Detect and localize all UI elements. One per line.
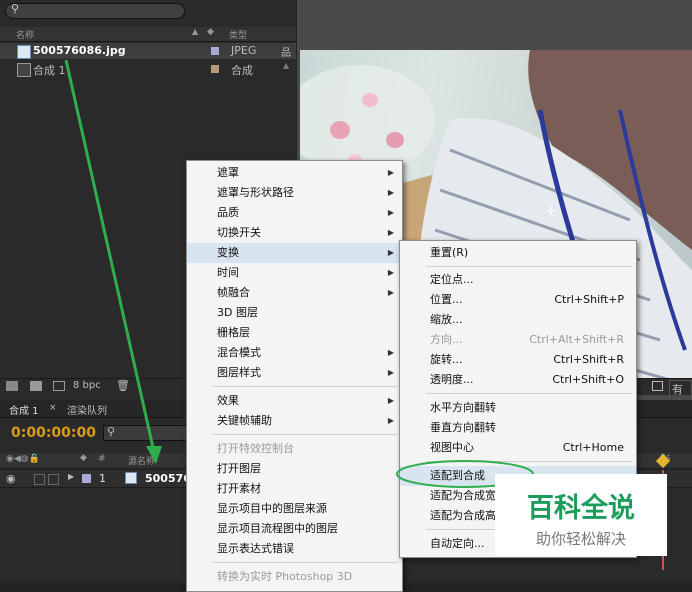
watermark-title: 百科全说 xyxy=(527,493,635,524)
annotation-arrow-line xyxy=(64,59,156,453)
annotation-arrowhead xyxy=(146,446,162,464)
watermark-logo: 百科全说 助你轻松解决 xyxy=(495,474,667,556)
watermark-subtitle: 助你轻松解决 xyxy=(535,530,626,548)
